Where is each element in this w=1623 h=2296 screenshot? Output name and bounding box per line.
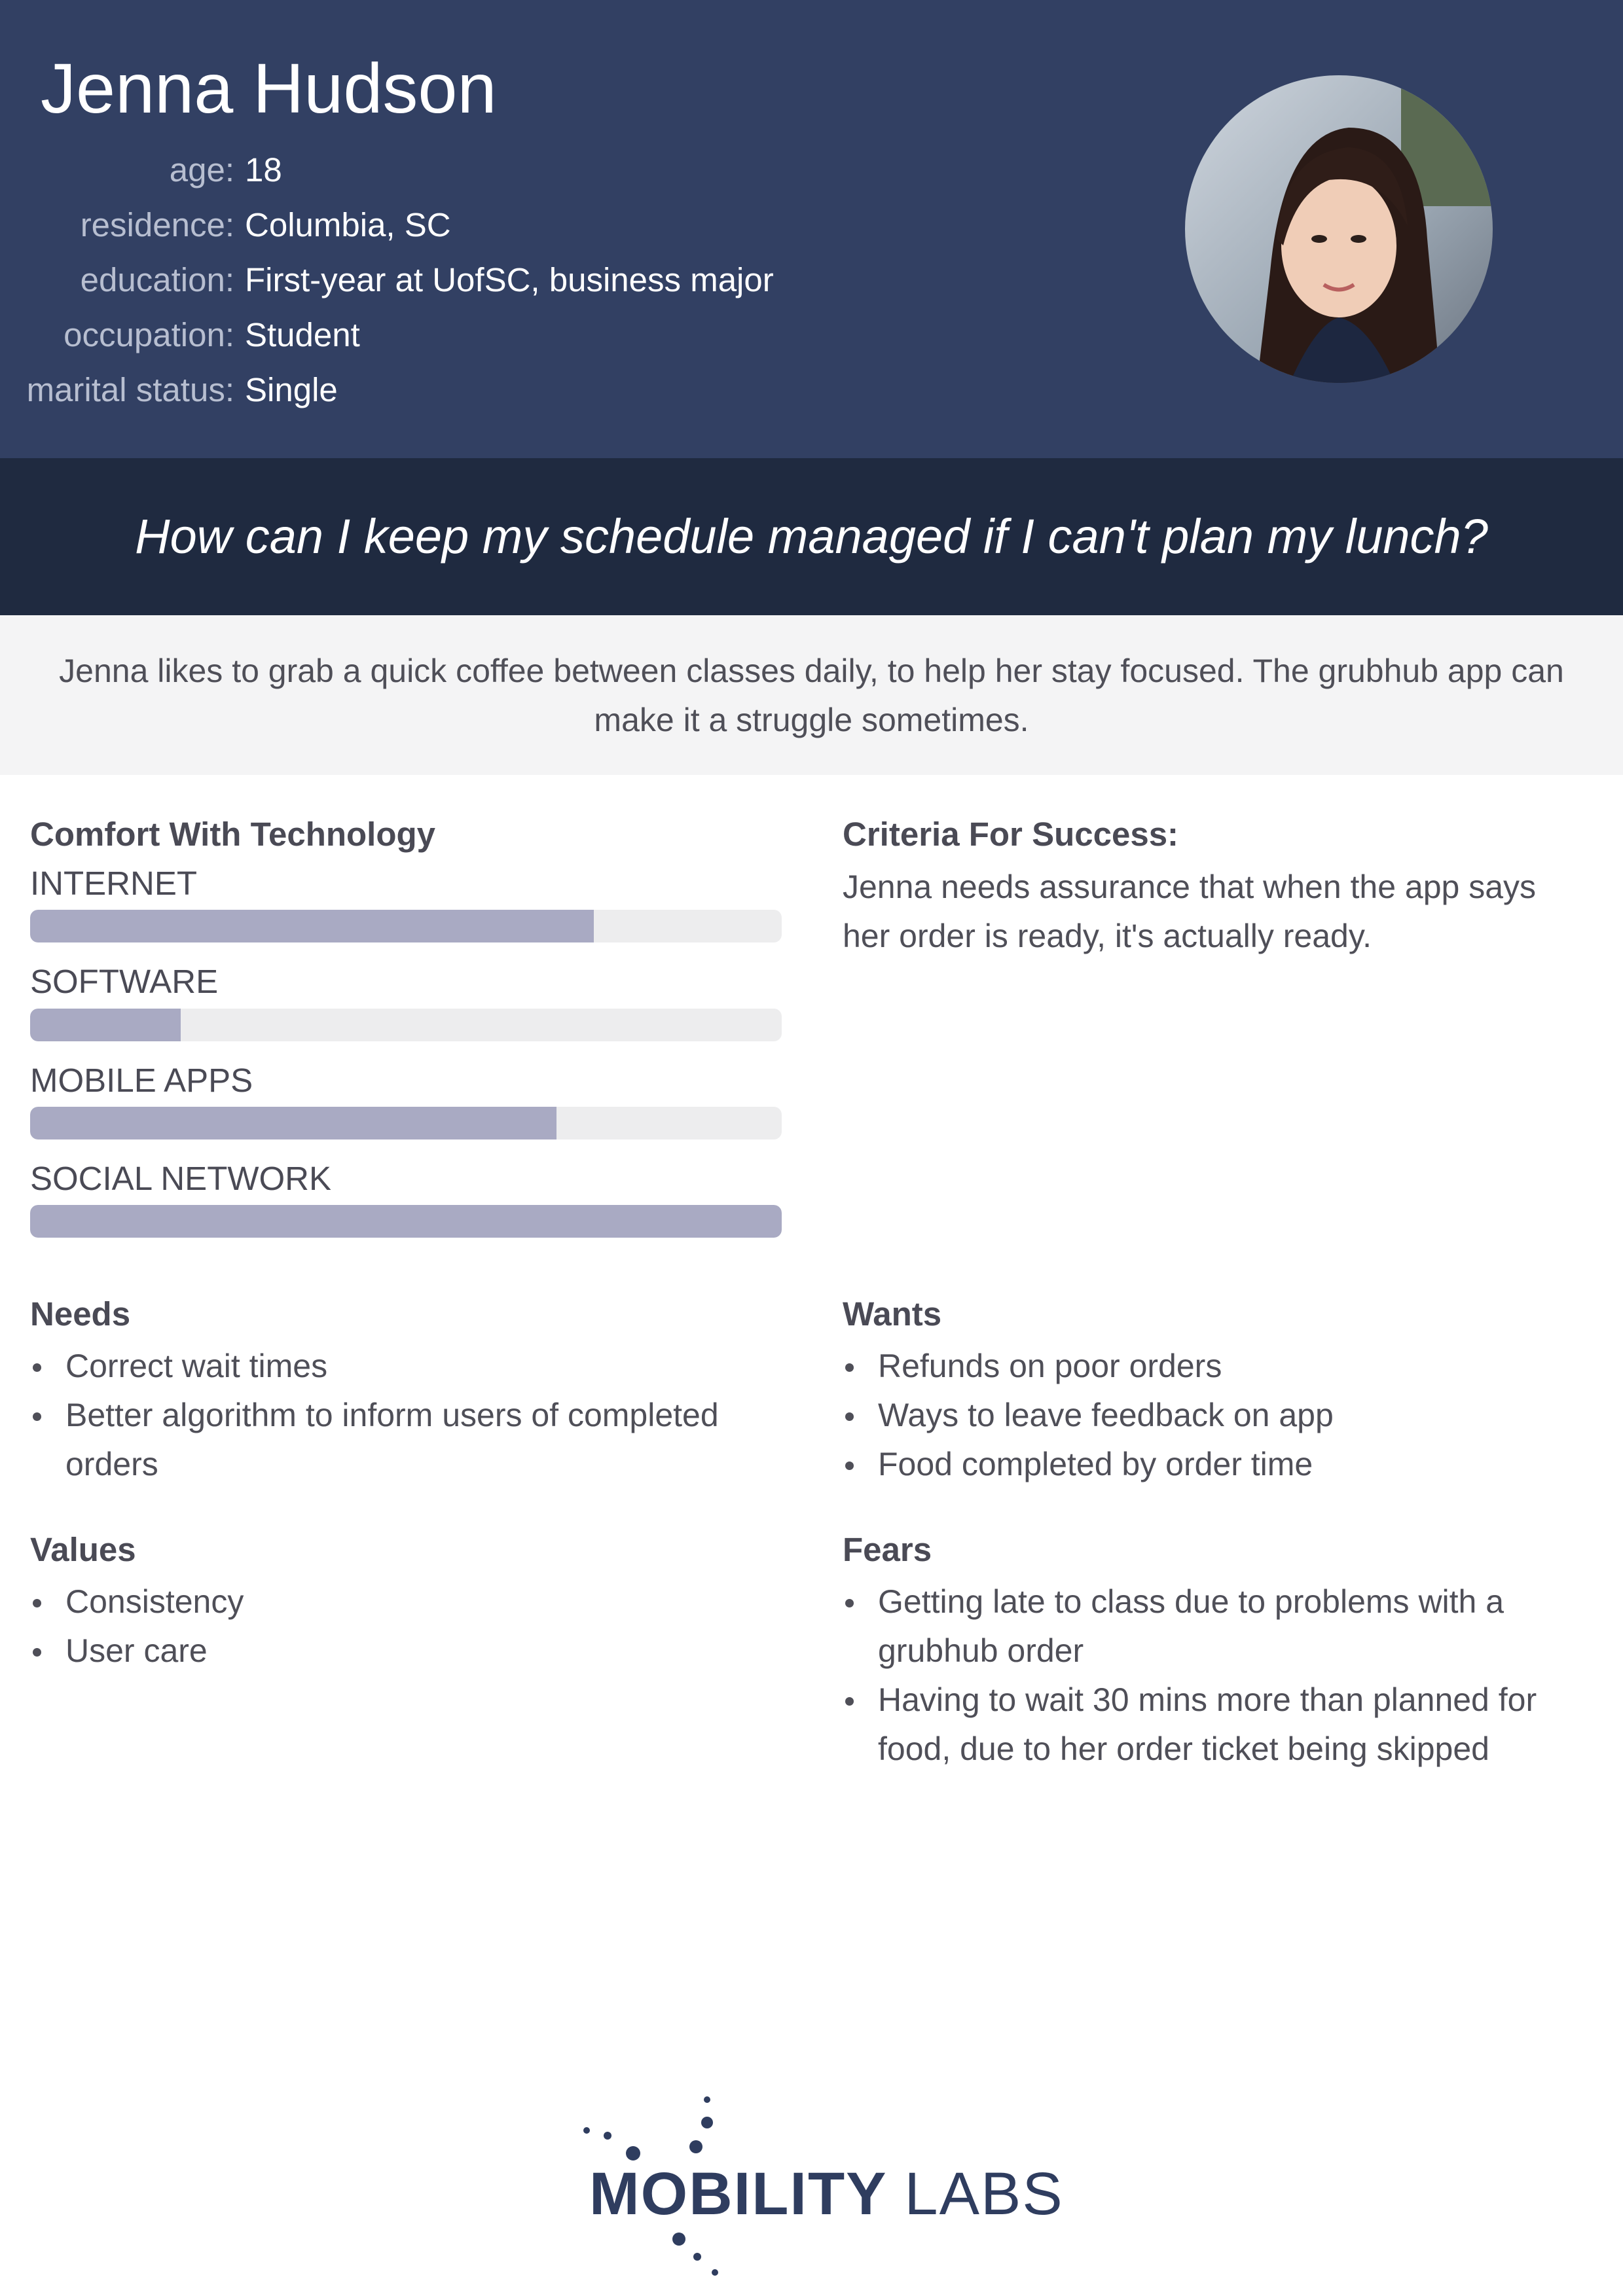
needs-title: Needs <box>30 1295 131 1333</box>
wants-item: Refunds on poor orders <box>843 1342 1596 1391</box>
mobility-labs-logo: MOBILITY LABS <box>576 2091 1063 2281</box>
tech-label-mobile-apps: MOBILE APPS <box>30 1062 253 1099</box>
detail-label: age: <box>169 151 234 188</box>
tech-label-software: SOFTWARE <box>30 963 219 1000</box>
tech-bar-fill <box>30 1009 181 1041</box>
tech-bar-fill <box>30 1107 556 1139</box>
tech-label-social-network: SOCIAL NETWORK <box>30 1160 331 1197</box>
values-title: Values <box>30 1531 136 1568</box>
needs-item: Correct wait times <box>30 1342 796 1391</box>
detail-value: First-year at UofSC, business major <box>245 261 774 298</box>
logo-wordmark: MOBILITY LABS <box>589 2160 1064 2229</box>
tech-bar-software <box>30 1009 782 1041</box>
detail-value: 18 <box>245 151 282 188</box>
values-item: User care <box>30 1626 796 1676</box>
tech-comfort-title: Comfort With Technology <box>30 816 436 853</box>
detail-label: occupation: <box>64 316 234 353</box>
fears-list: Getting late to class due to problems wi… <box>843 1577 1543 1774</box>
wants-title: Wants <box>843 1295 942 1333</box>
detail-label: marital status: <box>26 371 234 408</box>
tech-bar-mobile-apps <box>30 1107 782 1139</box>
fears-item: Having to wait 30 mins more than planned… <box>843 1676 1543 1774</box>
needs-list: Correct wait times Better algorithm to i… <box>30 1342 796 1489</box>
wants-item: Food completed by order time <box>843 1440 1596 1489</box>
persona-header: Jenna Hudson age: 18 residence: Columbia… <box>0 0 1623 458</box>
persona-description: Jenna likes to grab a quick coffee betwe… <box>59 653 1564 738</box>
values-list: Consistency User care <box>30 1577 796 1676</box>
needs-item: Better algorithm to inform users of comp… <box>30 1391 796 1489</box>
detail-label: education: <box>80 261 234 298</box>
logo-word-mobility: MOBILITY <box>589 2161 886 2227</box>
values-item: Consistency <box>30 1577 796 1626</box>
criteria-text: Jenna needs assurance that when the app … <box>843 869 1537 954</box>
tech-bar-internet <box>30 910 782 942</box>
persona-name: Jenna Hudson <box>41 48 497 128</box>
description-band: Jenna likes to grab a quick coffee betwe… <box>0 615 1623 775</box>
tech-bar-fill <box>30 1205 782 1238</box>
logo-word-labs: LABS <box>904 2161 1064 2227</box>
detail-value: Columbia, SC <box>245 206 451 243</box>
persona-quote: How can I keep my schedule managed if I … <box>135 509 1488 564</box>
criteria-title: Criteria For Success: <box>843 816 1179 853</box>
avatar <box>1185 75 1493 383</box>
detail-label: residence: <box>80 206 234 243</box>
detail-value: Student <box>245 316 360 353</box>
wants-item: Ways to leave feedback on app <box>843 1391 1596 1440</box>
wants-list: Refunds on poor orders Ways to leave fee… <box>843 1342 1596 1489</box>
fears-item: Getting late to class due to problems wi… <box>843 1577 1543 1676</box>
detail-value: Single <box>245 371 338 408</box>
quote-band: How can I keep my schedule managed if I … <box>0 458 1623 615</box>
tech-label-internet: INTERNET <box>30 865 197 902</box>
fears-title: Fears <box>843 1531 932 1568</box>
tech-bar-fill <box>30 910 594 942</box>
tech-bar-social-network <box>30 1205 782 1238</box>
